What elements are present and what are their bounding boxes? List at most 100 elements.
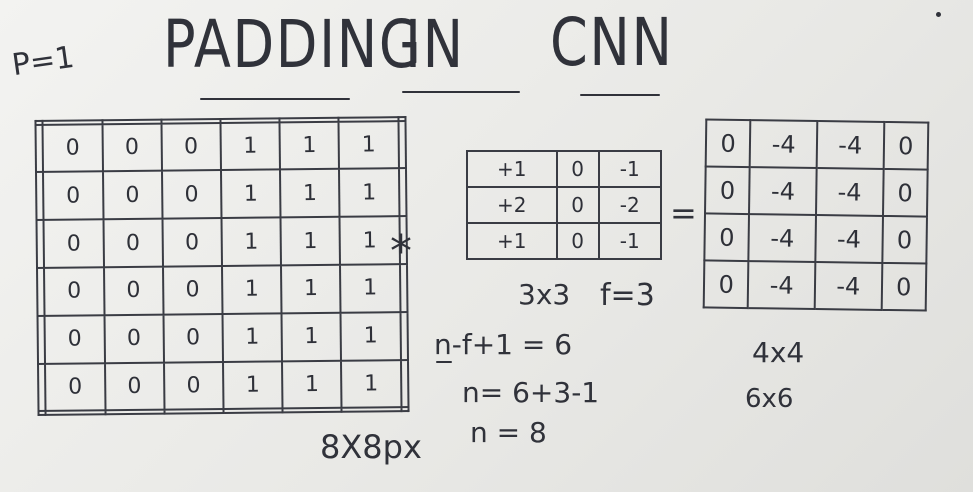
input-matrix-cell [38,411,46,415]
input-matrix-row: 000111 [37,311,408,364]
input-matrix-cell: 1 [220,169,281,219]
output-matrix-cell: -4 [750,120,818,169]
title-underline-3 [580,94,660,96]
marker-dot [936,12,941,17]
output-matrix-row: 0 -4 -4 0 [705,119,929,170]
input-matrix-cell: 1 [338,120,399,170]
input-matrix-cell [341,407,402,412]
output-matrix-cell: 0 [881,262,927,311]
input-matrix-cell: 0 [102,170,163,220]
input-matrix-cell: 0 [44,267,105,316]
input-matrix-cell [164,409,224,414]
input-matrix-cell: 0 [163,313,223,363]
title-word-padding: PADDING [163,6,423,83]
input-matrix-cell [400,311,408,360]
title-underline-1 [200,98,350,100]
input-matrix-cell: 0 [103,218,163,268]
output-matrix-cell: -4 [814,261,882,310]
input-matrix-cell: 0 [44,315,105,364]
input-matrix-row: 000111 [36,168,407,221]
input-matrix-cell [401,407,409,412]
input-matrix-cell: 1 [281,264,341,314]
kernel-cell: 0 [555,186,600,224]
equation-2: n= 6+3-1 [462,376,600,409]
output-matrix-cell: 0 [882,168,928,217]
input-matrix-cell [398,120,406,169]
input-matrix-cell: 1 [339,168,400,217]
output-matrix-cell: 0 [705,119,751,168]
convolution-operator: * [390,226,412,277]
kernel-cell: -1 [597,222,663,260]
title-underline-2 [402,91,520,93]
input-matrix-cell: 1 [221,265,282,314]
input-matrix-row: 000111 [35,120,406,173]
input-matrix-cell: 0 [161,122,221,171]
input-matrix-cell: 0 [45,362,106,412]
input-matrix-cell: 1 [340,311,401,361]
input-size-label: 8X8px [320,428,422,466]
input-matrix-cell: 1 [220,121,281,171]
kernel-matrix: +1 0 -1 +2 0 -2 +1 0 -1 [466,150,663,260]
kernel-cell: +2 [466,186,558,224]
title-word-cnn: CNN [550,4,674,81]
kernel-row: +1 0 -1 [466,150,663,188]
output-alt-size-label: 6x6 [745,384,794,414]
kernel-cell: 0 [555,222,600,260]
input-matrix-cell: 0 [162,218,222,267]
output-matrix-cell: 0 [705,166,751,215]
input-matrix-cell: 1 [279,121,340,170]
input-matrix-row: 000111 [37,264,408,316]
input-matrix-cell [398,168,407,217]
input-matrix-cell: 1 [280,216,341,266]
input-matrix-cell [282,408,342,413]
output-matrix-row: 0 -4 -4 0 [703,260,927,311]
input-matrix-cell: 0 [104,362,165,411]
input-matrix: 000111000111000111000111000111000111 [34,116,409,416]
output-matrix-cell: 0 [703,260,749,309]
kernel-cell: -1 [597,150,663,188]
input-matrix-cell: 0 [102,123,162,172]
title-word-in: IN [405,6,465,83]
output-matrix-cell: -4 [748,214,816,262]
kernel-cell: -2 [597,186,663,224]
padding-note: P=1 [9,39,77,84]
input-matrix-cell: 1 [280,169,340,218]
input-matrix-cell: 0 [162,265,223,315]
input-matrix-cell: 0 [104,314,164,363]
input-matrix-row: 000111 [38,359,409,412]
input-matrix-cell: 1 [282,360,342,409]
kernel-cell: 0 [555,150,600,188]
input-matrix-cell: 0 [42,123,103,173]
input-matrix-row: 000111 [36,216,407,268]
kernel-cell: +1 [466,222,558,260]
output-matrix-cell: 0 [883,121,929,170]
input-matrix-cell: 1 [222,313,283,362]
equation-1-underline [436,361,452,363]
input-matrix-cell: 0 [161,170,222,219]
kernel-cell: +1 [466,150,558,188]
input-matrix-cell: 1 [341,359,402,409]
input-matrix-cell: 0 [103,266,164,316]
output-matrix-cell: 0 [704,213,750,262]
output-matrix-cell: 0 [881,215,927,264]
input-matrix-cell [105,410,165,415]
output-size-label: 4x4 [752,336,805,369]
kernel-size-label: 3x3 [518,278,571,311]
input-matrix-cell: 1 [281,312,342,361]
output-matrix-cell: -4 [815,214,883,263]
kernel-row: +1 0 -1 [466,222,663,260]
input-matrix-cell [45,410,106,415]
output-matrix-row: 0 -4 -4 0 [704,213,927,264]
input-matrix-cell: 0 [43,219,104,268]
output-matrix-row: 0 -4 -4 0 [705,166,928,217]
input-matrix-cell: 1 [221,217,282,266]
output-matrix-cell: -4 [815,168,884,216]
input-matrix-cell: 1 [222,360,283,410]
output-matrix-cell: -4 [816,121,884,169]
input-matrix-cell [223,408,283,413]
equation-3: n = 8 [470,416,547,449]
whiteboard: P=1 PADDING IN CNN 000111000111000111000… [0,0,973,492]
equation-1: n-f+1 = 6 [434,328,573,361]
kernel-row: +2 0 -2 [466,186,663,224]
output-matrix-cell: -4 [748,261,816,309]
